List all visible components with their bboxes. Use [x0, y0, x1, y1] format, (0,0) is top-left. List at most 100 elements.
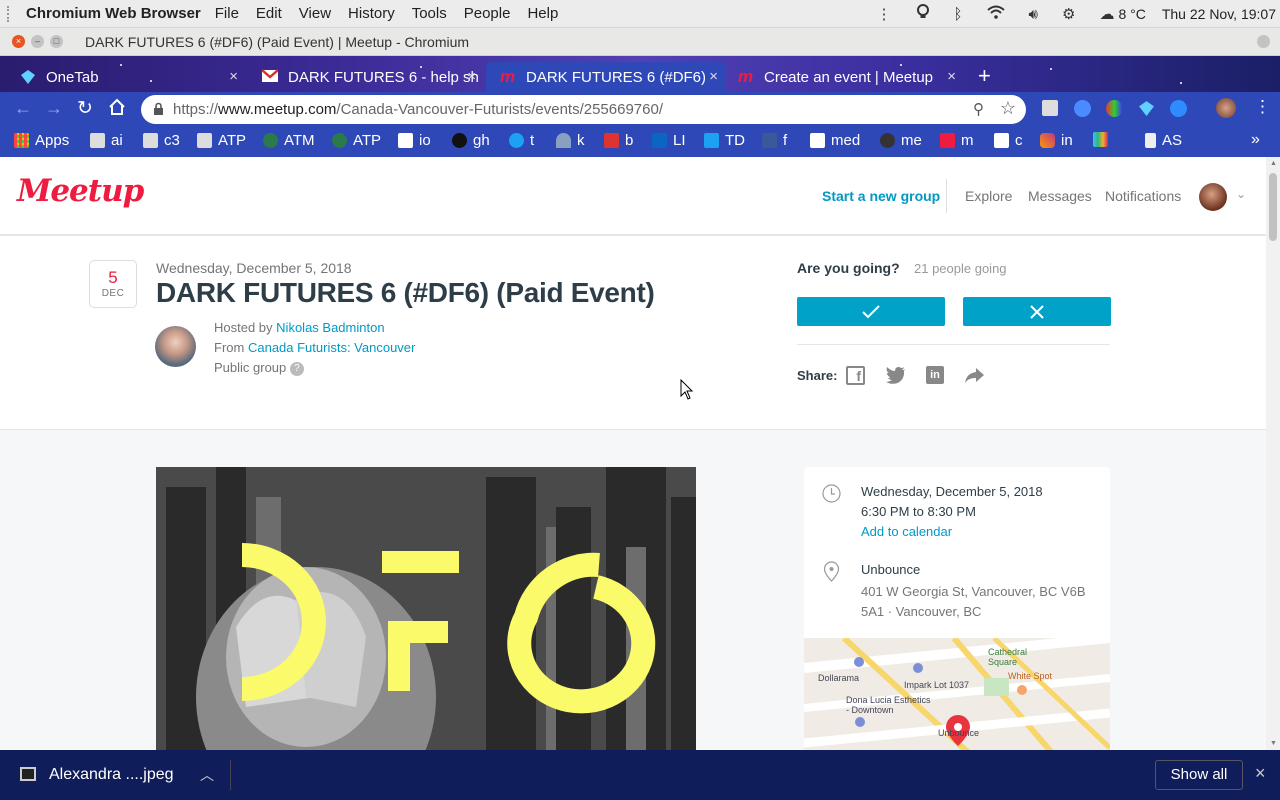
home-icon[interactable] [108, 98, 126, 121]
extension-blue-icon[interactable] [1074, 100, 1091, 117]
user-avatar[interactable] [1199, 183, 1227, 211]
messages-link[interactable]: Messages [1028, 188, 1092, 204]
bookmark-ai[interactable]: ai [90, 132, 123, 149]
close-icon[interactable]: × [705, 68, 718, 85]
bookmark-as[interactable]: AS [1145, 132, 1182, 149]
extension-s-icon[interactable] [1106, 100, 1123, 117]
bookmark-li[interactable]: LI [652, 132, 686, 149]
back-icon[interactable]: ← [14, 98, 32, 119]
more-vertical-icon[interactable]: ⋮ [877, 5, 892, 23]
group-name-link[interactable]: Canada Futurists: Vancouver [248, 340, 415, 355]
show-all-button[interactable]: Show all [1155, 760, 1243, 790]
menu-tools[interactable]: Tools [412, 5, 447, 22]
onetab-ext-icon[interactable] [1138, 100, 1155, 122]
date-day: 5 [108, 268, 118, 287]
scrollbar-thumb[interactable] [1269, 173, 1277, 241]
attendee-count[interactable]: 21 people going [914, 261, 1007, 276]
chevron-down-icon[interactable]: ⌄ [1236, 187, 1246, 201]
host-avatar[interactable] [155, 326, 196, 367]
bookmark-io[interactable]: io [398, 132, 431, 149]
checkmark-icon [862, 304, 880, 318]
bookmark-atp-2[interactable]: ATP [332, 132, 381, 149]
bookmark-f[interactable]: f [762, 132, 787, 149]
scroll-up-icon[interactable]: ▲ [1270, 160, 1277, 167]
facebook-share-icon[interactable]: f [846, 366, 865, 385]
tab-gmail[interactable]: DARK FUTURES 6 - help sh × [248, 62, 484, 92]
tab-onetab[interactable]: OneTab × [6, 62, 246, 92]
chrome-menu-icon[interactable]: ⋮ [1254, 97, 1271, 117]
datetime[interactable]: Thu 22 Nov, 19:07 [1162, 6, 1276, 22]
download-filename[interactable]: Alexandra ....jpeg [49, 766, 174, 784]
bookmark-in[interactable]: in [1040, 132, 1073, 149]
close-icon[interactable]: × [229, 68, 238, 85]
reload-icon[interactable]: ↻ [77, 97, 93, 120]
start-group-link[interactable]: Start a new group [822, 188, 940, 204]
window-close-button[interactable]: × [12, 35, 25, 48]
bookmark-k[interactable]: k [556, 132, 585, 149]
url-scheme: https:// [173, 101, 219, 118]
close-icon[interactable]: × [947, 68, 956, 85]
bookmark-t[interactable]: t [509, 132, 534, 149]
twitter-share-icon[interactable] [886, 367, 906, 389]
host-name-link[interactable]: Nikolas Badminton [276, 320, 384, 335]
bookmark-atp[interactable]: ATP [197, 132, 246, 149]
menu-history[interactable]: History [348, 5, 395, 22]
explore-link[interactable]: Explore [965, 188, 1012, 204]
menu-help[interactable]: Help [527, 5, 558, 22]
rsvp-no-button[interactable] [963, 297, 1111, 326]
bluetooth-icon[interactable]: ᛒ [954, 6, 963, 23]
map-label-dona-lucia: Dona Lucia Esthetics - Downtown [846, 695, 931, 715]
address-bar[interactable]: https://www.meetup.com/Canada-Vancouver-… [141, 95, 1026, 124]
zoom-icon[interactable]: ⚲ [973, 100, 984, 118]
bookmark-me[interactable]: me [880, 132, 922, 149]
page-scrollbar[interactable]: ▲ ▼ [1266, 157, 1280, 750]
volume-icon[interactable]: 🔊︎ [1029, 6, 1038, 23]
linkedin-share-icon[interactable]: in [926, 366, 944, 384]
help-icon[interactable]: ? [289, 361, 304, 376]
menu-people[interactable]: People [464, 5, 511, 22]
meetup-logo[interactable]: Meetup [17, 173, 144, 209]
bookmark-gh[interactable]: gh [452, 132, 490, 149]
tab-create-event[interactable]: m Create an event | Meetup × [724, 62, 964, 92]
bookmark-td[interactable]: TD [704, 132, 745, 149]
video-ext-icon[interactable] [1170, 100, 1187, 117]
menu-edit[interactable]: Edit [256, 5, 282, 22]
bookmark-atm[interactable]: ATM [263, 132, 315, 149]
weather-icon[interactable]: ☁ [1099, 5, 1114, 23]
bookmark-c3[interactable]: c3 [143, 132, 180, 149]
menu-view[interactable]: View [299, 5, 331, 22]
new-tab-button[interactable]: + [978, 63, 991, 89]
profile-avatar-icon[interactable] [1216, 98, 1236, 118]
bookmark-slack[interactable] [1093, 132, 1114, 147]
bookmark-m[interactable]: m [940, 132, 974, 149]
lightbulb-icon[interactable] [916, 4, 930, 24]
forward-icon[interactable]: → [45, 98, 63, 119]
window-minimize-button[interactable]: – [31, 35, 44, 48]
bookmarks-overflow-icon[interactable]: » [1251, 131, 1260, 149]
bookmark-star-icon[interactable]: ☆ [1000, 98, 1016, 119]
rsvp-yes-button[interactable] [797, 297, 945, 326]
tab-meetup-event[interactable]: m DARK FUTURES 6 (#DF6) ( × [486, 62, 726, 92]
close-icon[interactable]: × [467, 68, 476, 85]
scroll-down-icon[interactable]: ▼ [1270, 740, 1277, 747]
forward-share-icon[interactable] [964, 367, 985, 389]
wifi-icon[interactable] [986, 5, 1005, 23]
notifications-link[interactable]: Notifications [1105, 188, 1181, 204]
add-to-calendar-link[interactable]: Add to calendar [861, 524, 952, 539]
bookmark-b[interactable]: b [604, 132, 633, 149]
download-close-icon[interactable]: × [1255, 763, 1266, 784]
bookmark-apps[interactable]: Apps [14, 132, 69, 149]
venue-map[interactable]: Cathedral Square Dollarama White Spot Im… [804, 638, 1110, 750]
menu-file[interactable]: File [215, 5, 239, 22]
gear-icon[interactable]: ⚙ [1062, 5, 1075, 23]
download-chevron-up-icon[interactable]: ︿ [200, 765, 214, 785]
bookmark-med[interactable]: med [810, 132, 860, 149]
event-banner-image[interactable] [156, 467, 696, 750]
bookmark-c[interactable]: c [994, 132, 1023, 149]
apps-grid-icon [14, 133, 29, 148]
url-path: /Canada-Vancouver-Futurists/events/25566… [336, 101, 663, 118]
map-label-impark: Impark Lot 1037 [904, 680, 970, 690]
window-maximize-button[interactable]: □ [50, 35, 63, 48]
download-ext-icon[interactable] [1042, 100, 1058, 116]
c-icon [994, 133, 1009, 148]
